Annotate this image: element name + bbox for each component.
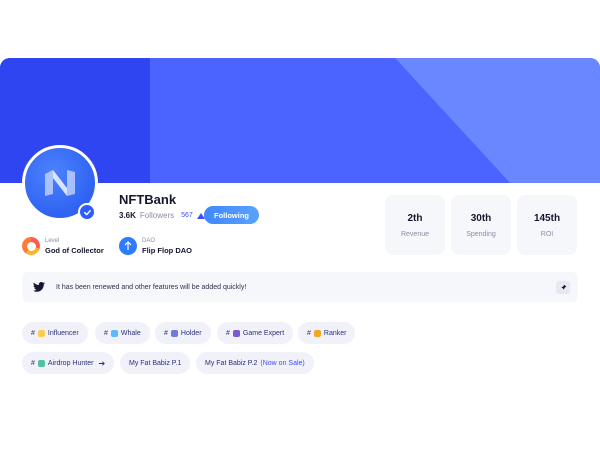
tag-hash: # <box>31 359 35 367</box>
stat-value: 30th <box>470 212 492 224</box>
tag-label: Whale <box>120 329 141 337</box>
tag-ranker[interactable]: # Ranker <box>298 322 356 344</box>
level-label: Level <box>45 237 60 244</box>
on-sale-badge: (Now on Sale) <box>260 359 305 367</box>
stat-label: ROI <box>540 230 554 238</box>
tag-label: Holder <box>180 329 202 337</box>
tag-label: Game Expert <box>242 329 285 337</box>
profile-avatar <box>22 145 98 221</box>
tag-label: Airdrop Hunter <box>47 359 94 367</box>
stat-label: Spending <box>466 230 496 238</box>
profile-name: NFTBank <box>119 192 177 207</box>
dao-logo-icon <box>119 237 137 255</box>
tag-holder[interactable]: # Holder <box>155 322 211 344</box>
stat-label: Revenue <box>400 230 430 238</box>
tag-hash: # <box>307 329 311 337</box>
whale-icon <box>110 329 118 337</box>
level-value: God of Collector <box>45 245 104 255</box>
project-tag-1[interactable]: My Fat Babiz P.1 <box>120 352 191 374</box>
followers-count: 3.6K <box>119 211 136 220</box>
level-badge-icon <box>22 237 40 255</box>
crown-icon <box>37 329 45 337</box>
followers-delta: 567 <box>181 212 193 219</box>
project-tag-2[interactable]: My Fat Babiz P.2 (Now on Sale) <box>196 352 314 374</box>
dao-label: DAO <box>142 237 156 244</box>
project-label: My Fat Babiz P.2 <box>205 359 258 367</box>
dao-info[interactable]: DAO Flip Flop DAO <box>119 237 192 255</box>
tag-hash: # <box>164 329 168 337</box>
tag-game-expert[interactable]: # Game Expert <box>217 322 294 344</box>
tag-hash: # <box>226 329 230 337</box>
tag-label: Ranker <box>323 329 347 337</box>
followers-row: 3.6K Followers 567 <box>119 211 205 220</box>
level-info: Level God of Collector <box>22 237 104 255</box>
dao-value: Flip Flop DAO <box>142 245 192 255</box>
tag-label: Influencer <box>47 329 79 337</box>
followers-label: Followers <box>139 211 175 220</box>
tag-whale[interactable]: # Whale <box>95 322 150 344</box>
stat-value: 2th <box>407 212 423 224</box>
stat-card-revenue: 2th Revenue <box>385 195 445 255</box>
parachute-icon <box>37 359 45 367</box>
tag-hash: # <box>31 329 35 337</box>
tag-hash: # <box>104 329 108 337</box>
tag-influencer[interactable]: # Influencer <box>22 322 88 344</box>
stat-value: 145th <box>533 212 561 224</box>
verified-check-icon <box>78 203 96 221</box>
following-button[interactable]: Following <box>204 206 259 224</box>
tweet-text: It has been renewed and other features w… <box>56 283 247 291</box>
pin-icon[interactable] <box>556 281 570 294</box>
trophy-icon <box>313 329 321 337</box>
project-label: My Fat Babiz P.1 <box>129 359 182 367</box>
arrow-right-icon: ➔ <box>98 358 106 368</box>
tag-airdrop-hunter[interactable]: # Airdrop Hunter ➔ <box>22 352 115 374</box>
game-controller-icon <box>232 329 240 337</box>
pinned-tweet-bar[interactable]: It has been renewed and other features w… <box>22 272 578 302</box>
twitter-icon <box>32 280 46 294</box>
stat-card-spending: 30th Spending <box>451 195 511 255</box>
holder-icon <box>170 329 178 337</box>
stat-card-roi: 145th ROI <box>517 195 577 255</box>
